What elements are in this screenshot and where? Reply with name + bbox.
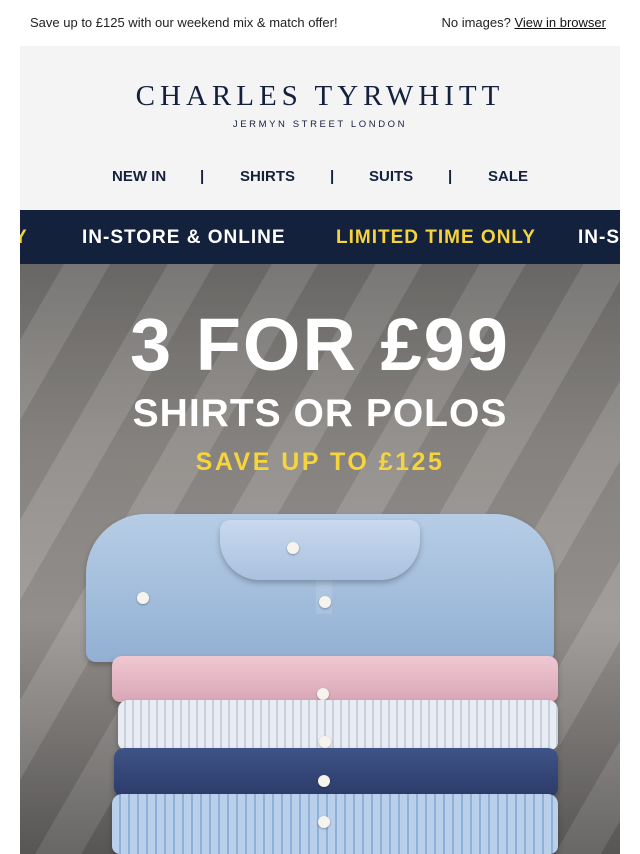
shirt-collar — [220, 520, 420, 580]
nav-separator: | — [448, 168, 453, 185]
white-striped-shirt-image — [118, 700, 558, 750]
preheader-offer-text: Save up to £125 with our weekend mix & m… — [30, 15, 338, 30]
nav-item-suits[interactable]: SUITS — [369, 168, 413, 185]
email-body: CHARLES TYRWHITT JERMYN STREET LONDON NE… — [20, 46, 620, 854]
shirt-button — [287, 542, 299, 554]
ticker-item-in-store-online: IN-STORE & ONLINE — [82, 227, 286, 248]
nav-separator: | — [200, 168, 205, 185]
ticker-item: IN-S — [578, 227, 620, 248]
nav-item-shirts[interactable]: SHIRTS — [240, 168, 295, 185]
brand-tagline: JERMYN STREET LONDON — [232, 119, 408, 130]
navy-shirt-image — [114, 748, 558, 796]
hero-banner[interactable]: 3 FOR £99 SHIRTS OR POLOS SAVE UP TO £12… — [20, 264, 620, 854]
view-in-browser-link[interactable]: View in browser — [514, 15, 606, 30]
hero-headline: 3 FOR £99 — [130, 303, 510, 386]
preheader: Save up to £125 with our weekend mix & m… — [0, 0, 640, 46]
shirt-button — [319, 596, 331, 608]
ticker-item-limited-time-only: LIMITED TIME ONLY — [336, 227, 536, 248]
brand-name: CHARLES TYRWHITT — [135, 80, 505, 112]
cuff-button — [137, 592, 149, 604]
hero-savings: SAVE UP TO £125 — [195, 448, 445, 476]
promo-ticker[interactable]: Y IN-STORE & ONLINE LIMITED TIME ONLY IN… — [20, 210, 620, 264]
nav-item-new-in[interactable]: NEW IN — [112, 168, 166, 185]
shirt-button — [318, 775, 330, 787]
hero-subheadline: SHIRTS OR POLOS — [132, 392, 508, 435]
shirt-button — [319, 736, 331, 748]
ticker-item: Y — [20, 227, 28, 248]
shirt-button — [317, 688, 329, 700]
pink-shirt-image — [112, 656, 558, 702]
preheader-links: No images? View in browser — [441, 15, 606, 30]
nav-item-sale[interactable]: SALE — [488, 168, 528, 185]
brand-logo[interactable]: CHARLES TYRWHITT JERMYN STREET LONDON — [20, 80, 620, 130]
nav-separator: | — [330, 168, 335, 185]
light-blue-shirt-image — [112, 794, 558, 854]
main-nav: NEW IN | SHIRTS | SUITS | SALE — [20, 168, 620, 188]
shirt-button — [318, 816, 330, 828]
no-images-text: No images? — [441, 15, 511, 30]
